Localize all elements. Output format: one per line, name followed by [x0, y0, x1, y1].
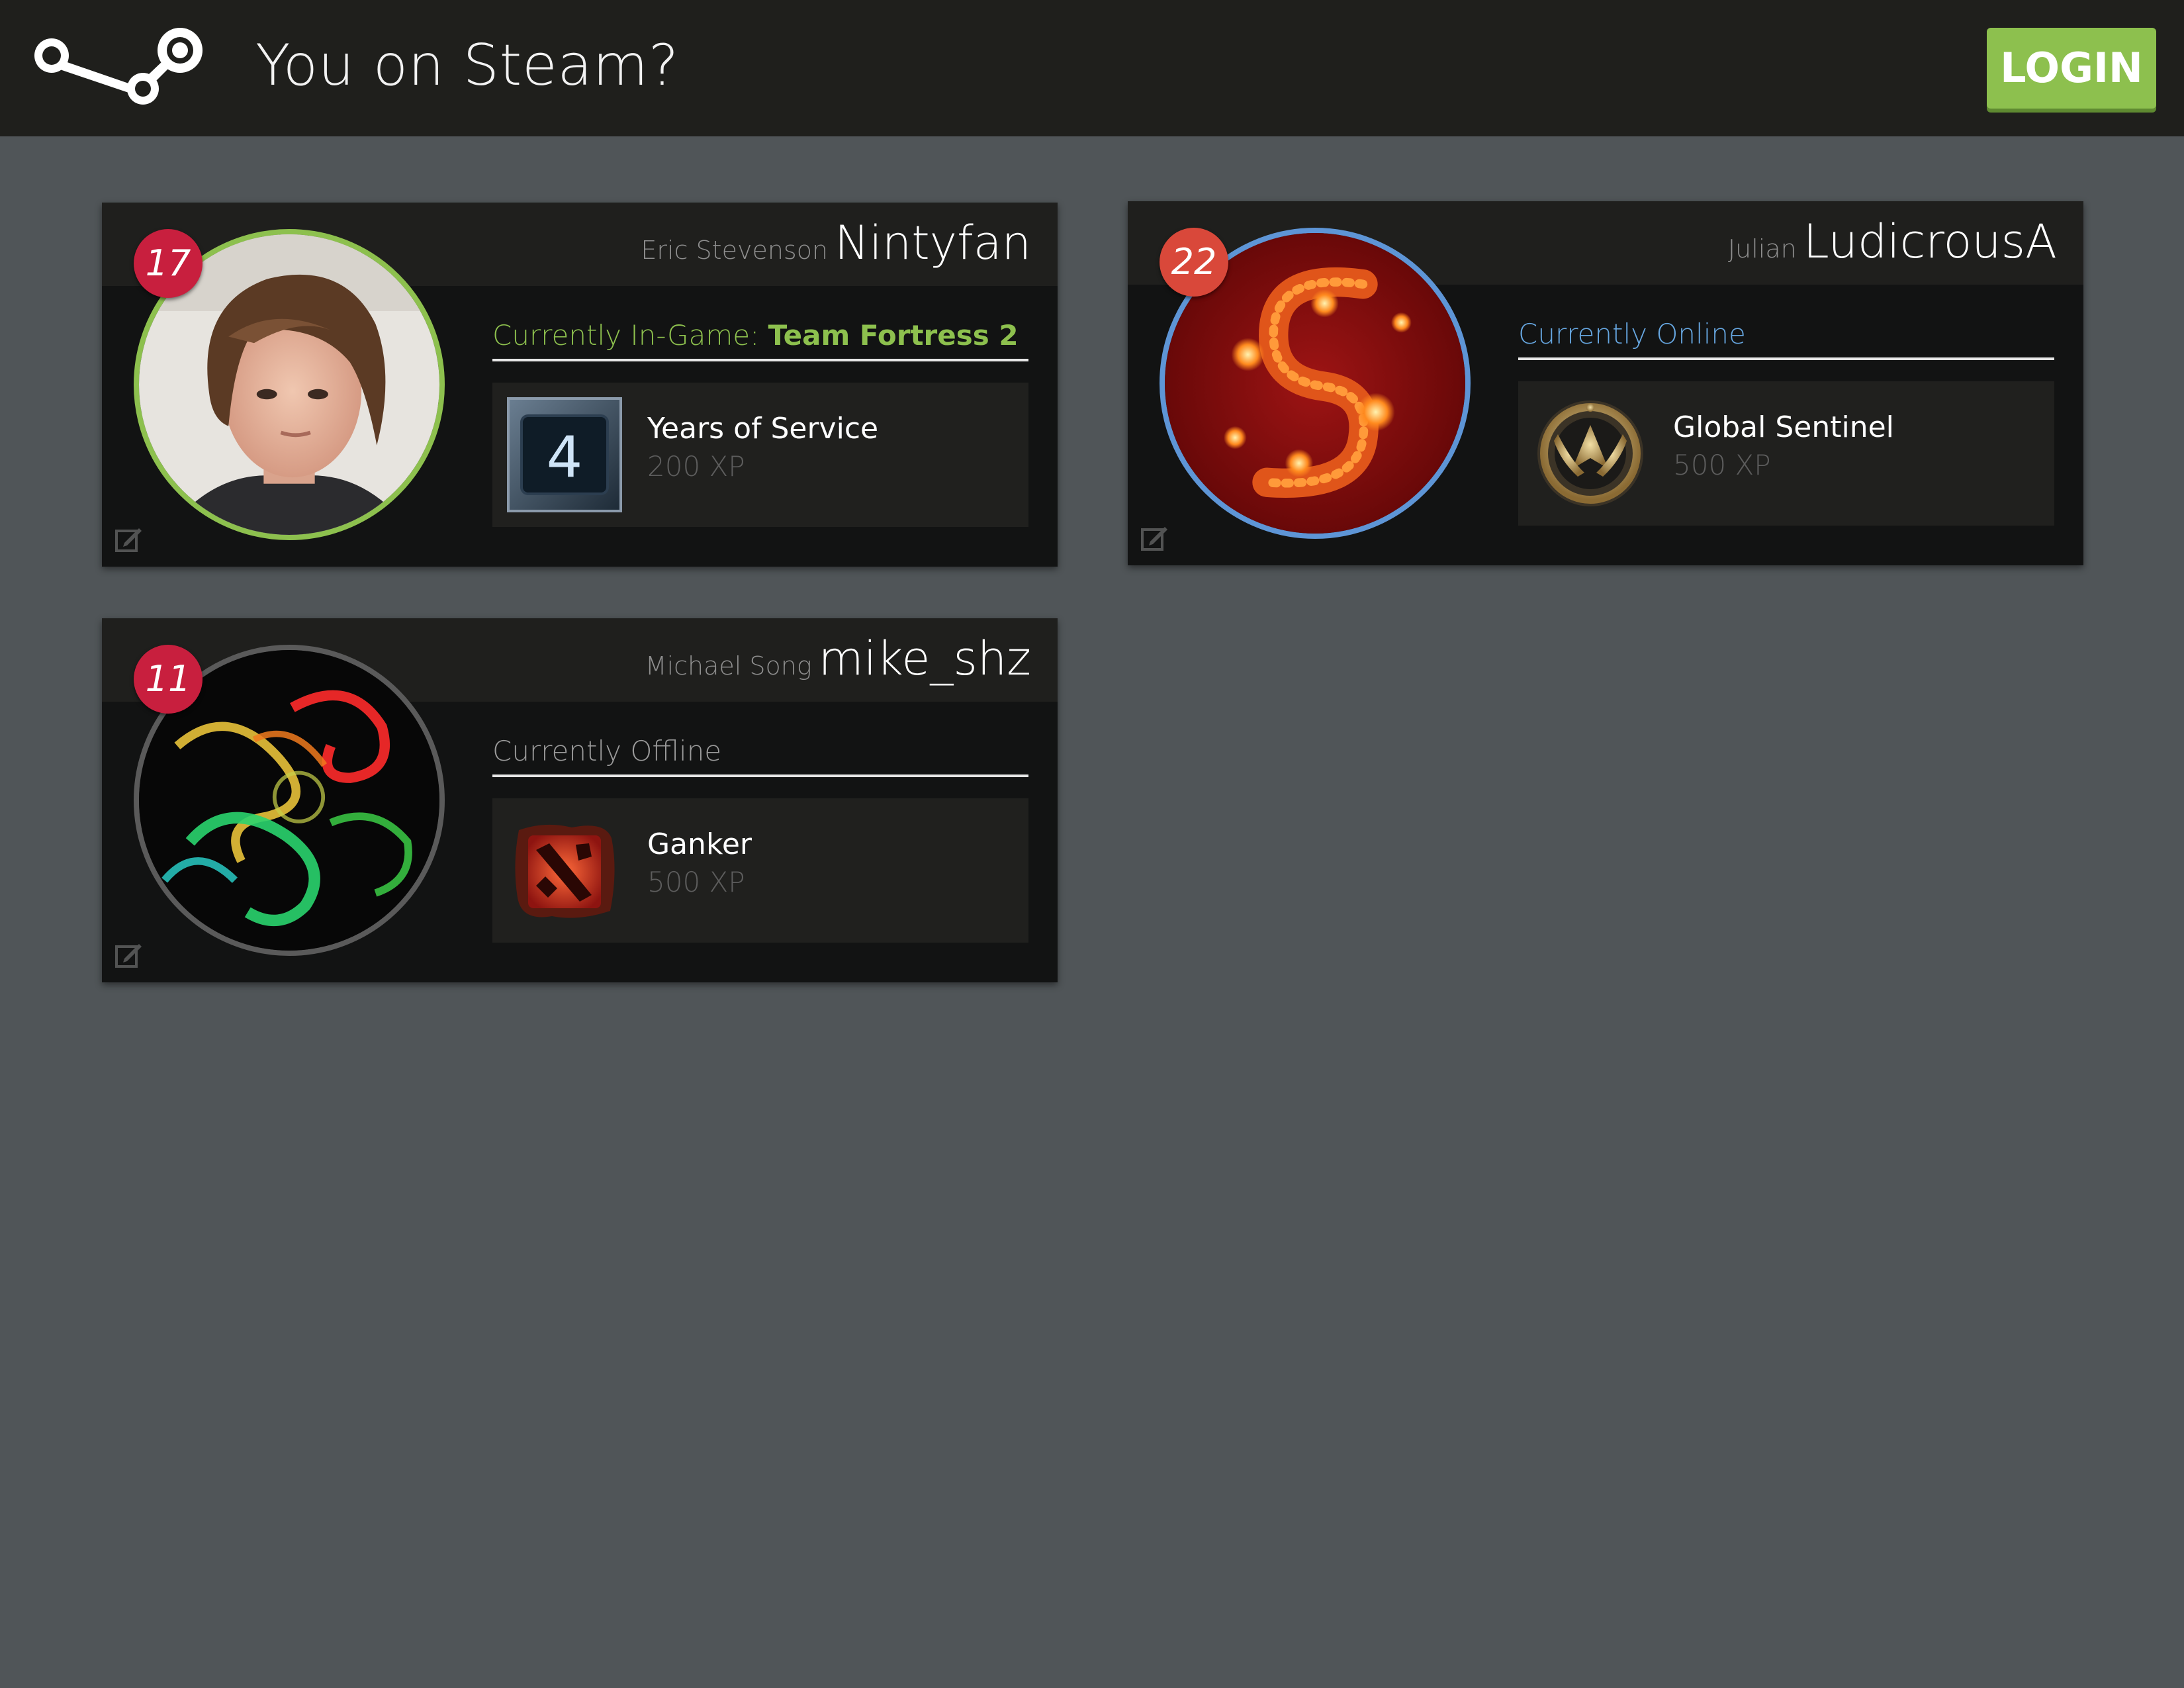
status-label: Currently In-Game:	[492, 319, 760, 352]
status-line: Currently Offline	[492, 729, 1028, 777]
login-button[interactable]: LOGIN	[1987, 28, 2156, 109]
persona-name[interactable]: Nintyfan	[835, 216, 1031, 270]
status-line: Currently Online	[1518, 312, 2054, 360]
profile-names: Julian LudicrousA	[1728, 214, 2057, 281]
global-sentinel-icon	[1531, 395, 1649, 512]
persona-name[interactable]: LudicrousA	[1803, 214, 2057, 269]
profile-card: Michael Song mike_shz 11 Currently Offlin…	[102, 618, 1058, 982]
badge-xp: 500 XP	[1673, 449, 1771, 481]
profile-names: Michael Song mike_shz	[645, 632, 1031, 698]
badge-panel[interactable]: Global Sentinel 500 XP	[1518, 381, 2054, 526]
years-of-service-4-icon: 4	[506, 396, 623, 514]
real-name: Eric Stevenson	[641, 236, 829, 265]
status-label: Currently Online	[1518, 318, 1746, 350]
profile-card: Eric Stevenson Nintyfan 17 Currently In-…	[102, 203, 1058, 567]
badge-name: Ganker	[647, 827, 752, 861]
badge-panel[interactable]: Ganker 500 XP	[492, 798, 1028, 943]
level-badge: 17	[134, 229, 203, 298]
edit-icon[interactable]	[1140, 523, 1169, 552]
ganker-dota-icon	[506, 812, 623, 929]
profile-names: Eric Stevenson Nintyfan	[641, 216, 1031, 282]
level-badge: 22	[1160, 228, 1228, 297]
edit-icon[interactable]	[114, 524, 143, 553]
status-game[interactable]: Team Fortress 2	[768, 319, 1019, 352]
app-title: You on Steam?	[255, 32, 679, 99]
badge-name: Years of Service	[647, 412, 879, 445]
top-bar: You on Steam? LOGIN	[0, 0, 2184, 136]
persona-name[interactable]: mike_shz	[819, 632, 1031, 686]
edit-icon[interactable]	[114, 940, 143, 969]
status-label: Currently Offline	[492, 735, 722, 767]
profile-card: Julian LudicrousA 22 Currently Online Gl…	[1128, 201, 2083, 565]
real-name: Michael Song	[645, 651, 812, 680]
steam-logo-icon[interactable]	[33, 25, 209, 107]
badge-xp: 500 XP	[647, 866, 745, 898]
badge-name: Global Sentinel	[1673, 410, 1894, 444]
status-line: Currently In-Game: Team Fortress 2	[492, 314, 1028, 361]
real-name: Julian	[1727, 234, 1797, 263]
badge-panel[interactable]: 4 Years of Service 200 XP	[492, 383, 1028, 527]
badge-xp: 200 XP	[647, 450, 745, 483]
svg-text:4: 4	[547, 424, 583, 491]
level-badge: 11	[134, 645, 203, 714]
